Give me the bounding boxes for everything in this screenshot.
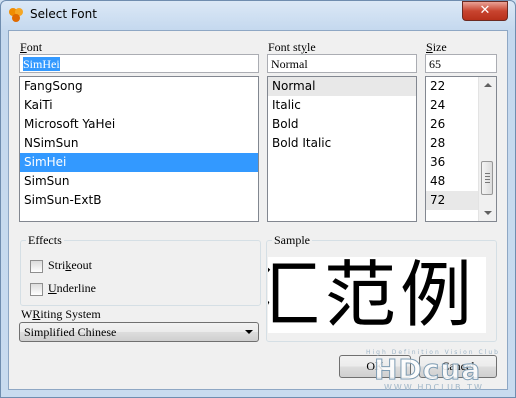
effects-title: Effects — [26, 233, 64, 248]
font-name-value: SimHei — [23, 57, 60, 71]
scrollbar-thumb[interactable] — [481, 161, 493, 195]
sample-text: 汇范例 — [268, 257, 477, 333]
window-title: Select Font — [30, 7, 97, 21]
close-icon: ✕ — [479, 3, 491, 18]
font-list-item[interactable]: Microsoft YaHei — [20, 115, 258, 134]
app-font-icon — [9, 8, 23, 22]
writing-system-select[interactable]: Simplified Chinese — [19, 322, 259, 342]
size-list[interactable]: 22 24 26 28 36 48 72 — [425, 76, 497, 222]
scroll-down-arrow-icon[interactable] — [484, 211, 492, 215]
font-list-item[interactable]: KaiTi — [20, 96, 258, 115]
effects-group — [20, 240, 261, 306]
font-list-item[interactable]: SimSun — [20, 172, 258, 191]
font-style-list-item[interactable]: Normal — [268, 77, 416, 96]
close-button[interactable]: ✕ — [462, 1, 508, 21]
title-bar[interactable]: Select Font ✕ — [0, 0, 516, 30]
strikeout-label[interactable]: Strikeout — [48, 258, 92, 273]
watermark-url: WWW.HDCLUB.TW — [384, 383, 484, 392]
scroll-up-arrow-icon[interactable] — [484, 83, 492, 87]
font-style-input[interactable]: Normal — [267, 54, 417, 73]
writing-system-label: WRiting System — [21, 307, 101, 321]
size-label: Size — [426, 40, 447, 54]
sample-title: Sample — [272, 233, 312, 248]
chevron-down-icon — [245, 330, 253, 334]
size-input[interactable]: 65 — [425, 54, 497, 73]
font-label: Font — [20, 40, 43, 54]
font-style-list-item[interactable]: Bold — [268, 115, 416, 134]
underline-label[interactable]: Underline — [48, 281, 96, 296]
font-style-label: Font style — [268, 40, 316, 54]
font-style-list-item[interactable]: Italic — [268, 96, 416, 115]
font-style-value: Normal — [271, 57, 308, 71]
font-list[interactable]: FangSong KaiTi Microsoft YaHei NSimSun SimHe… — [19, 76, 259, 222]
strikeout-checkbox[interactable] — [30, 260, 43, 273]
font-style-list[interactable]: Normal Italic Bold Bold Italic — [267, 76, 417, 222]
font-style-list-item[interactable]: Bold Italic — [268, 134, 416, 153]
font-name-input[interactable]: SimHei — [19, 54, 259, 73]
watermark-logo: High Definition Vision Club HDcua WWW.HD… — [338, 349, 508, 393]
size-value: 65 — [429, 57, 441, 71]
watermark-logo-text: HDcua — [373, 353, 482, 387]
sample-preview: 汇范例 — [268, 257, 486, 333]
font-list-item[interactable]: SimHei — [20, 153, 258, 172]
size-scrollbar[interactable] — [478, 77, 496, 221]
underline-checkbox[interactable] — [30, 283, 43, 296]
writing-system-value: Simplified Chinese — [24, 325, 117, 339]
font-list-item[interactable]: NSimSun — [20, 134, 258, 153]
font-list-item[interactable]: FangSong — [20, 77, 258, 96]
font-list-item[interactable]: SimSun-ExtB — [20, 191, 258, 210]
